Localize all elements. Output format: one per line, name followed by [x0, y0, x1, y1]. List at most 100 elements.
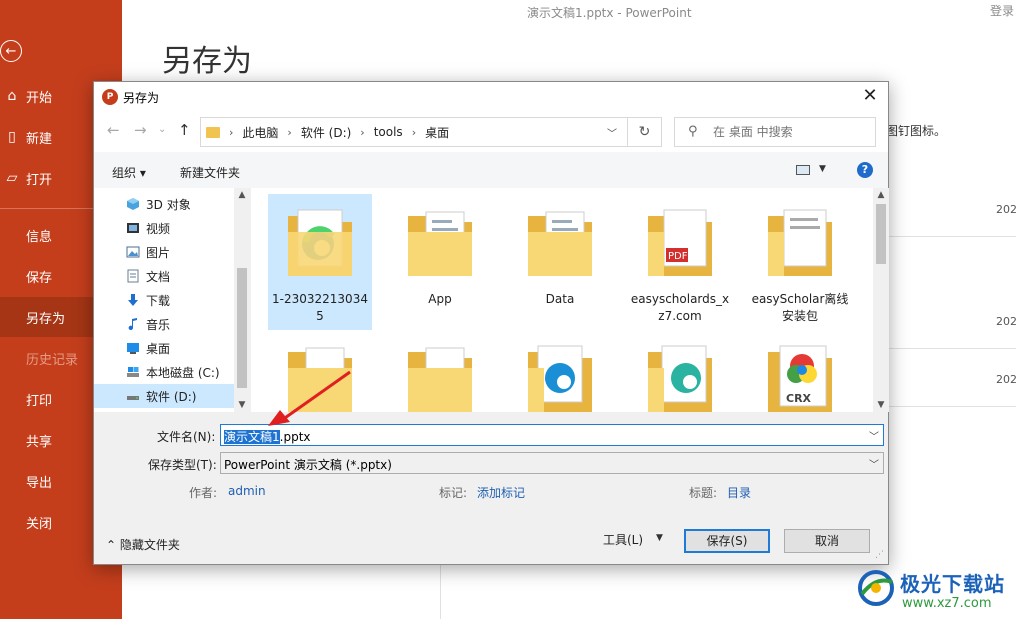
file-item[interactable]: PDF easyscholards_xz7.com: [628, 194, 732, 330]
tree-item-label: 图片: [146, 245, 171, 260]
folder-icon: [528, 211, 592, 276]
tree-item-videos[interactable]: 视频: [94, 216, 234, 240]
window-title: 演示文稿1.pptx - PowerPoint: [527, 6, 692, 20]
scroll-up-icon[interactable]: ▲: [234, 190, 250, 200]
save-button[interactable]: 保存(S): [684, 529, 770, 553]
nav-open-label: 打开: [26, 172, 53, 188]
folder-icon: [408, 347, 472, 412]
organize-button[interactable]: 组织 ▾: [112, 164, 146, 181]
hide-folders-label: 隐藏文件夹: [119, 538, 180, 552]
author-label: 作者:: [189, 486, 218, 500]
page-title: 另存为: [162, 44, 252, 79]
tree-item-downloads[interactable]: 下载: [94, 288, 234, 312]
save-form: 文件名(N): 演示文稿1.pptx ﹀ 保存类型(T): PowerPoint…: [94, 412, 888, 564]
forward-arrow-icon[interactable]: →: [134, 121, 147, 139]
breadcrumb-desktop[interactable]: 桌面: [425, 124, 449, 141]
close-button[interactable]: ✕: [860, 86, 880, 106]
watermark-url: www.xz7.com: [902, 596, 992, 611]
tree-item-drive-c[interactable]: 本地磁盘 (C:): [94, 360, 234, 384]
search-box[interactable]: ⚲: [674, 117, 876, 147]
new-folder-button[interactable]: 新建文件夹: [180, 164, 240, 181]
chevron-down-icon[interactable]: ▼: [819, 164, 826, 174]
filetype-select[interactable]: PowerPoint 演示文稿 (*.pptx) ﹀: [220, 452, 884, 474]
breadcrumb-this-pc[interactable]: 此电脑: [242, 124, 278, 141]
chevron-up-icon: ⌃: [106, 538, 120, 552]
drive-icon: [127, 367, 139, 377]
tree-item-music[interactable]: 音乐: [94, 312, 234, 336]
crx-folder-icon: CRX: [768, 345, 832, 412]
nav-export-label: 导出: [26, 475, 53, 491]
back-arrow-icon[interactable]: ←: [107, 121, 120, 139]
file-item[interactable]: CRX: [748, 330, 852, 412]
tree-item-documents[interactable]: 文档: [94, 264, 234, 288]
tree-item-drive-d[interactable]: 软件 (D:): [94, 384, 234, 408]
chevron-down-icon[interactable]: ﹀: [869, 428, 879, 443]
scroll-up-icon[interactable]: ▲: [873, 190, 889, 200]
recent-date: 202: [996, 373, 1016, 386]
svg-text:PDF: PDF: [668, 251, 688, 262]
chevron-down-icon[interactable]: ﹀: [869, 456, 879, 471]
chevron-right-icon: ›: [287, 125, 292, 139]
tree-item-label: 下载: [146, 293, 171, 308]
file-item[interactable]: App: [388, 194, 492, 330]
watermark-logo: [858, 570, 894, 606]
scroll-thumb[interactable]: [237, 268, 247, 388]
refresh-icon[interactable]: ↻: [628, 117, 662, 147]
file-item[interactable]: easyScholar离线安装包: [748, 194, 852, 330]
title-label: 标题:: [689, 486, 718, 500]
scroll-down-icon[interactable]: ▼: [234, 400, 250, 410]
folder-icon: [408, 211, 472, 276]
watermark: 极光下载站 www.xz7.com: [856, 566, 1012, 614]
tree-item-3d-objects[interactable]: 3D 对象: [94, 192, 234, 216]
save-as-dialog: P 另存为 ✕ ← → ⌄ ↑ › 此电脑 › 软件 (D:) › tools …: [93, 81, 889, 565]
file-item[interactable]: Data: [508, 194, 612, 330]
file-name: App: [428, 292, 452, 306]
hide-folders-button[interactable]: ⌃ 隐藏文件夹: [106, 536, 180, 553]
tree-scrollbar[interactable]: ▲ ▼: [234, 188, 250, 412]
author-value[interactable]: admin: [228, 484, 266, 498]
cancel-button[interactable]: 取消: [784, 529, 870, 553]
arrow-left-icon[interactable]: ←: [0, 40, 22, 62]
resize-grip-icon[interactable]: ⋰: [875, 550, 884, 560]
folder-icon: [768, 209, 832, 276]
tree-item-desktop[interactable]: 桌面: [94, 336, 234, 360]
chevron-down-icon[interactable]: ▼: [656, 533, 663, 543]
tags-value[interactable]: 添加标记: [477, 484, 525, 501]
breadcrumb-tools[interactable]: tools: [374, 125, 403, 139]
annotation-arrow-icon: [268, 370, 351, 426]
files-scrollbar[interactable]: ▲ ▼: [873, 188, 889, 412]
pdf-folder-icon: PDF: [648, 209, 712, 276]
svg-text:CRX: CRX: [786, 392, 812, 405]
tree-item-label: 文档: [146, 269, 171, 284]
search-input[interactable]: [713, 123, 868, 141]
chevron-right-icon: ›: [229, 125, 234, 139]
file-item[interactable]: [508, 330, 612, 412]
chevron-right-icon: ›: [411, 125, 417, 139]
edge-folder-icon: [288, 209, 352, 276]
tree-item-label: 本地磁盘 (C:): [146, 365, 220, 380]
video-icon: [127, 223, 139, 233]
recent-locations-icon[interactable]: ⌄: [158, 124, 166, 135]
address-bar[interactable]: › 此电脑 › 软件 (D:) › tools › 桌面 ﹀: [200, 117, 628, 147]
tools-button[interactable]: 工具(L): [603, 531, 643, 548]
file-item[interactable]: [388, 330, 492, 412]
file-item[interactable]: 1-230322130345: [268, 194, 372, 330]
tree-item-pictures[interactable]: 图片: [94, 240, 234, 264]
3d-objects-icon: [127, 198, 139, 210]
breadcrumb-drive-d[interactable]: 软件 (D:): [301, 124, 351, 141]
nav-save-as-label: 另存为: [26, 311, 66, 327]
pictures-icon: [126, 246, 140, 258]
up-arrow-icon[interactable]: ↑: [178, 121, 191, 139]
login-link[interactable]: 登录: [990, 2, 1014, 19]
view-options-icon[interactable]: [796, 165, 810, 175]
scroll-down-icon[interactable]: ▼: [873, 400, 889, 410]
chevron-down-icon[interactable]: ﹀: [607, 125, 617, 140]
chevron-right-icon: ›: [360, 125, 365, 139]
file-item[interactable]: [628, 330, 732, 412]
title-value[interactable]: 目录: [727, 484, 751, 501]
filetype-value: PowerPoint 演示文稿 (*.pptx): [224, 458, 392, 472]
watermark-name: 极光下载站: [900, 572, 1005, 596]
scroll-thumb[interactable]: [876, 204, 886, 264]
help-icon[interactable]: ?: [857, 162, 873, 178]
dialog-title: 另存为: [123, 91, 160, 105]
